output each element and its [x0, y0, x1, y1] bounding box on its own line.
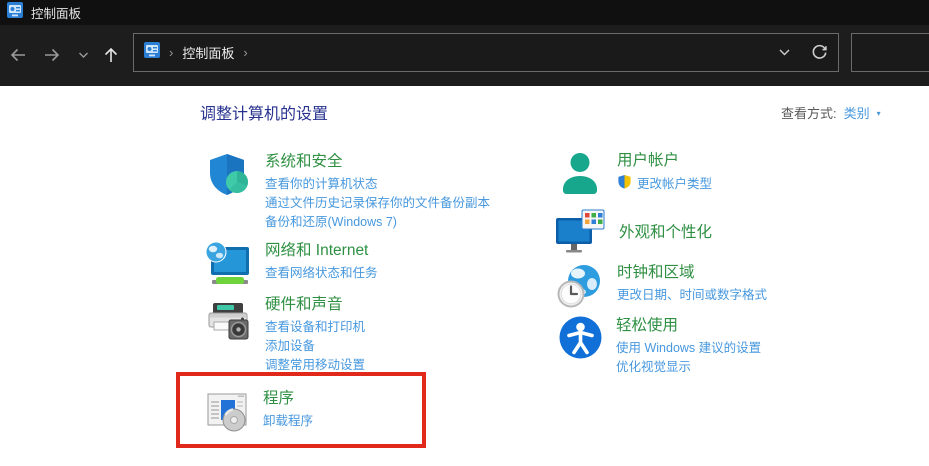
refresh-icon[interactable] [811, 44, 828, 61]
recent-locations-button[interactable] [72, 44, 94, 66]
network-monitor-globe-icon[interactable] [204, 240, 252, 293]
system-security-shield-icon[interactable] [204, 151, 252, 232]
window-titlebar: 控制面板 [0, 0, 929, 25]
clock-region-icon[interactable] [556, 262, 604, 315]
category-title-system-security[interactable]: 系统和安全 [265, 151, 490, 172]
arrow-left-icon [10, 48, 25, 62]
ease-of-access-icon[interactable] [558, 315, 603, 377]
programs-disc-icon[interactable] [204, 388, 250, 439]
address-dropdown-chevron-icon[interactable] [778, 46, 791, 59]
printer-speaker-icon[interactable] [204, 294, 252, 375]
link-view-network-status[interactable]: 查看网络状态和任务 [265, 264, 378, 283]
control-panel-home: 调整计算机的设置 查看方式: 类别 ▾ 系统和安全 查看你的计算机状态 通过文件… [0, 86, 929, 466]
category-title-ease-of-access[interactable]: 轻松使用 [616, 315, 761, 336]
link-change-date-time-format[interactable]: 更改日期、时间或数字格式 [617, 286, 767, 305]
view-by-value[interactable]: 类别 [844, 103, 870, 122]
link-adjust-mobility-settings[interactable]: 调整常用移动设置 [265, 356, 365, 375]
forward-button[interactable] [41, 44, 63, 66]
view-by-label: 查看方式: [781, 106, 837, 121]
arrow-right-icon [45, 48, 60, 62]
link-backup-restore-win7[interactable]: 备份和还原(Windows 7) [265, 213, 490, 232]
link-view-devices-printers[interactable]: 查看设备和打印机 [265, 318, 365, 337]
control-panel-icon [7, 2, 23, 23]
view-by-control: 查看方式: 类别 ▾ [781, 103, 881, 122]
address-bar[interactable]: › 控制面板 › [133, 33, 839, 72]
appearance-personalization-icon[interactable] [554, 208, 606, 263]
category-title-user-accounts[interactable]: 用户帐户 [617, 150, 712, 171]
category-title-programs[interactable]: 程序 [263, 388, 313, 409]
view-by-caret-icon[interactable]: ▾ [877, 107, 881, 118]
back-button[interactable] [7, 44, 29, 66]
uac-shield-icon [617, 174, 632, 194]
category-title-appearance[interactable]: 外观和个性化 [619, 222, 712, 243]
category-user-accounts: 用户帐户 更改帐户类型 [556, 150, 712, 203]
category-clock-region: 时钟和区域 更改日期、时间或数字格式 [556, 262, 767, 315]
link-optimize-visual-display[interactable]: 优化视觉显示 [616, 358, 761, 377]
category-ease-of-access: 轻松使用 使用 Windows 建议的设置 优化视觉显示 [558, 315, 761, 377]
control-panel-icon [144, 42, 160, 63]
category-programs: 程序 卸载程序 [204, 388, 313, 439]
link-check-computer-status[interactable]: 查看你的计算机状态 [265, 175, 490, 194]
link-change-account-type[interactable]: 更改帐户类型 [637, 175, 712, 194]
user-accounts-icon[interactable] [556, 150, 604, 203]
breadcrumb-separator: › [169, 45, 174, 60]
link-file-history-backup[interactable]: 通过文件历史记录保存你的文件备份副本 [265, 194, 490, 213]
navigation-bar: › 控制面板 › [0, 25, 929, 86]
chevron-down-icon [78, 52, 88, 58]
category-system-security: 系统和安全 查看你的计算机状态 通过文件历史记录保存你的文件备份副本 备份和还原… [204, 151, 490, 232]
category-title-network-internet[interactable]: 网络和 Internet [265, 240, 378, 261]
breadcrumb-control-panel[interactable]: 控制面板 [182, 43, 234, 62]
link-windows-suggested-settings[interactable]: 使用 Windows 建议的设置 [616, 339, 761, 358]
category-title-hardware-sound[interactable]: 硬件和声音 [265, 294, 365, 315]
arrow-up-icon [104, 47, 118, 62]
window-title: 控制面板 [31, 7, 82, 21]
category-hardware-sound: 硬件和声音 查看设备和打印机 添加设备 调整常用移动设置 [204, 294, 365, 375]
category-title-clock-region[interactable]: 时钟和区域 [617, 262, 767, 283]
link-add-device[interactable]: 添加设备 [265, 337, 365, 356]
up-button[interactable] [100, 44, 122, 66]
search-input[interactable] [851, 33, 929, 72]
category-network-internet: 网络和 Internet 查看网络状态和任务 [204, 240, 378, 293]
page-title: 调整计算机的设置 [200, 106, 329, 123]
category-appearance-personalization: 外观和个性化 [554, 208, 712, 263]
link-uninstall-program[interactable]: 卸载程序 [263, 412, 313, 431]
breadcrumb-separator[interactable]: › [243, 45, 247, 60]
